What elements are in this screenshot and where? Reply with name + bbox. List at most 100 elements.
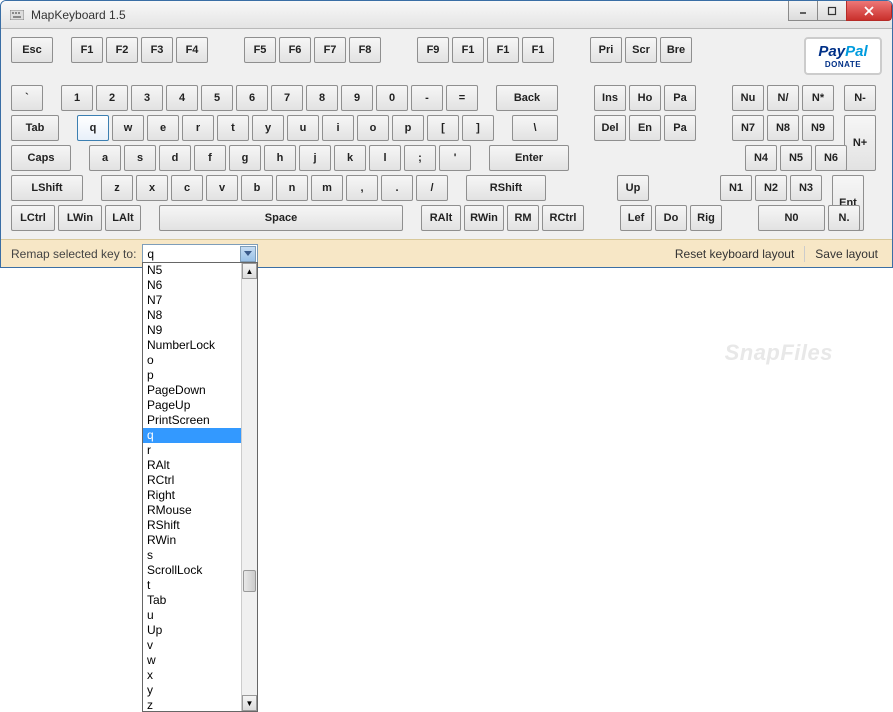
key-pageup[interactable]: Pa <box>664 85 696 111</box>
key-enter[interactable]: Enter <box>489 145 569 171</box>
dropdown-item[interactable]: q <box>143 428 241 443</box>
dropdown-item[interactable]: r <box>143 443 241 458</box>
key-9[interactable]: 9 <box>341 85 373 111</box>
key-v[interactable]: v <box>206 175 238 201</box>
dropdown-item[interactable]: N5 <box>143 263 241 278</box>
minimize-button[interactable] <box>788 1 818 21</box>
key-5[interactable]: 5 <box>201 85 233 111</box>
key-num2[interactable]: N2 <box>755 175 787 201</box>
key-f7[interactable]: F7 <box>314 37 346 63</box>
key-num9[interactable]: N9 <box>802 115 834 141</box>
key-insert[interactable]: Ins <box>594 85 626 111</box>
key-s[interactable]: s <box>124 145 156 171</box>
key-c[interactable]: c <box>171 175 203 201</box>
key-numdot[interactable]: N. <box>828 205 860 231</box>
key-esc[interactable]: Esc <box>11 37 53 63</box>
key-i[interactable]: i <box>322 115 354 141</box>
key-r[interactable]: r <box>182 115 214 141</box>
scroll-up-button[interactable]: ▲ <box>242 263 257 279</box>
key-d[interactable]: d <box>159 145 191 171</box>
key-f2[interactable]: F2 <box>106 37 138 63</box>
key-f9[interactable]: F9 <box>417 37 449 63</box>
key-a[interactable]: a <box>89 145 121 171</box>
dropdown-item[interactable]: PageUp <box>143 398 241 413</box>
key-f12[interactable]: F1 <box>522 37 554 63</box>
key-minus[interactable]: - <box>411 85 443 111</box>
dropdown-item[interactable]: RMouse <box>143 503 241 518</box>
key-num1[interactable]: N1 <box>720 175 752 201</box>
dropdown-item[interactable]: Tab <box>143 593 241 608</box>
key-num8[interactable]: N8 <box>767 115 799 141</box>
key-end[interactable]: En <box>629 115 661 141</box>
dropdown-list[interactable]: N5N6N7N8N9NumberLockopPageDownPageUpPrin… <box>143 263 241 711</box>
key-3[interactable]: 3 <box>131 85 163 111</box>
dropdown-item[interactable]: NumberLock <box>143 338 241 353</box>
key-numdiv[interactable]: N/ <box>767 85 799 111</box>
scroll-track[interactable] <box>242 279 257 695</box>
key-rwin[interactable]: RWin <box>464 205 504 231</box>
key-4[interactable]: 4 <box>166 85 198 111</box>
dropdown-item[interactable]: ScrollLock <box>143 563 241 578</box>
key-h[interactable]: h <box>264 145 296 171</box>
key-f5[interactable]: F5 <box>244 37 276 63</box>
key-rctrl[interactable]: RCtrl <box>542 205 584 231</box>
key-f1[interactable]: F1 <box>71 37 103 63</box>
key-numlock[interactable]: Nu <box>732 85 764 111</box>
key-backtick[interactable]: ` <box>11 85 43 111</box>
paypal-donate-button[interactable]: PayPal DONATE <box>804 37 882 75</box>
key-down[interactable]: Do <box>655 205 687 231</box>
key-rmenu[interactable]: RM <box>507 205 539 231</box>
key-k[interactable]: k <box>334 145 366 171</box>
dropdown-item[interactable]: Right <box>143 488 241 503</box>
key-num5[interactable]: N5 <box>780 145 812 171</box>
key-num3[interactable]: N3 <box>790 175 822 201</box>
key-slash[interactable]: / <box>416 175 448 201</box>
key-rbracket[interactable]: ] <box>462 115 494 141</box>
key-printscreen[interactable]: Pri <box>590 37 622 63</box>
key-lalt[interactable]: LAlt <box>105 205 141 231</box>
key-x[interactable]: x <box>136 175 168 201</box>
key-equals[interactable]: = <box>446 85 478 111</box>
dropdown-item[interactable]: y <box>143 683 241 698</box>
key-lwin[interactable]: LWin <box>58 205 102 231</box>
key-1[interactable]: 1 <box>61 85 93 111</box>
dropdown-item[interactable]: o <box>143 353 241 368</box>
dropdown-item[interactable]: v <box>143 638 241 653</box>
key-backspace[interactable]: Back <box>496 85 558 111</box>
key-2[interactable]: 2 <box>96 85 128 111</box>
key-w[interactable]: w <box>112 115 144 141</box>
scroll-down-button[interactable]: ▼ <box>242 695 257 711</box>
dropdown-item[interactable]: PageDown <box>143 383 241 398</box>
key-num7[interactable]: N7 <box>732 115 764 141</box>
save-layout-button[interactable]: Save layout <box>811 247 882 261</box>
key-6[interactable]: 6 <box>236 85 268 111</box>
key-ralt[interactable]: RAlt <box>421 205 461 231</box>
key-num0[interactable]: N0 <box>758 205 825 231</box>
key-0[interactable]: 0 <box>376 85 408 111</box>
dropdown-item[interactable]: RWin <box>143 533 241 548</box>
key-home[interactable]: Ho <box>629 85 661 111</box>
key-y[interactable]: y <box>252 115 284 141</box>
key-numplus[interactable]: N+ <box>844 115 876 171</box>
key-j[interactable]: j <box>299 145 331 171</box>
key-p[interactable]: p <box>392 115 424 141</box>
key-q[interactable]: q <box>77 115 109 141</box>
key-backslash[interactable]: \ <box>512 115 558 141</box>
dropdown-item[interactable]: N6 <box>143 278 241 293</box>
key-pagedown[interactable]: Pa <box>664 115 696 141</box>
dropdown-item[interactable]: PrintScreen <box>143 413 241 428</box>
dropdown-item[interactable]: RAlt <box>143 458 241 473</box>
key-u[interactable]: u <box>287 115 319 141</box>
dropdown-item[interactable]: RShift <box>143 518 241 533</box>
key-b[interactable]: b <box>241 175 273 201</box>
dropdown-item[interactable]: z <box>143 698 241 711</box>
reset-layout-button[interactable]: Reset keyboard layout <box>671 247 798 261</box>
key-semicolon[interactable]: ; <box>404 145 436 171</box>
key-f8[interactable]: F8 <box>349 37 381 63</box>
key-num4[interactable]: N4 <box>745 145 777 171</box>
key-7[interactable]: 7 <box>271 85 303 111</box>
key-numminus[interactable]: N- <box>844 85 876 111</box>
key-num6[interactable]: N6 <box>815 145 847 171</box>
key-t[interactable]: t <box>217 115 249 141</box>
key-left[interactable]: Lef <box>620 205 652 231</box>
